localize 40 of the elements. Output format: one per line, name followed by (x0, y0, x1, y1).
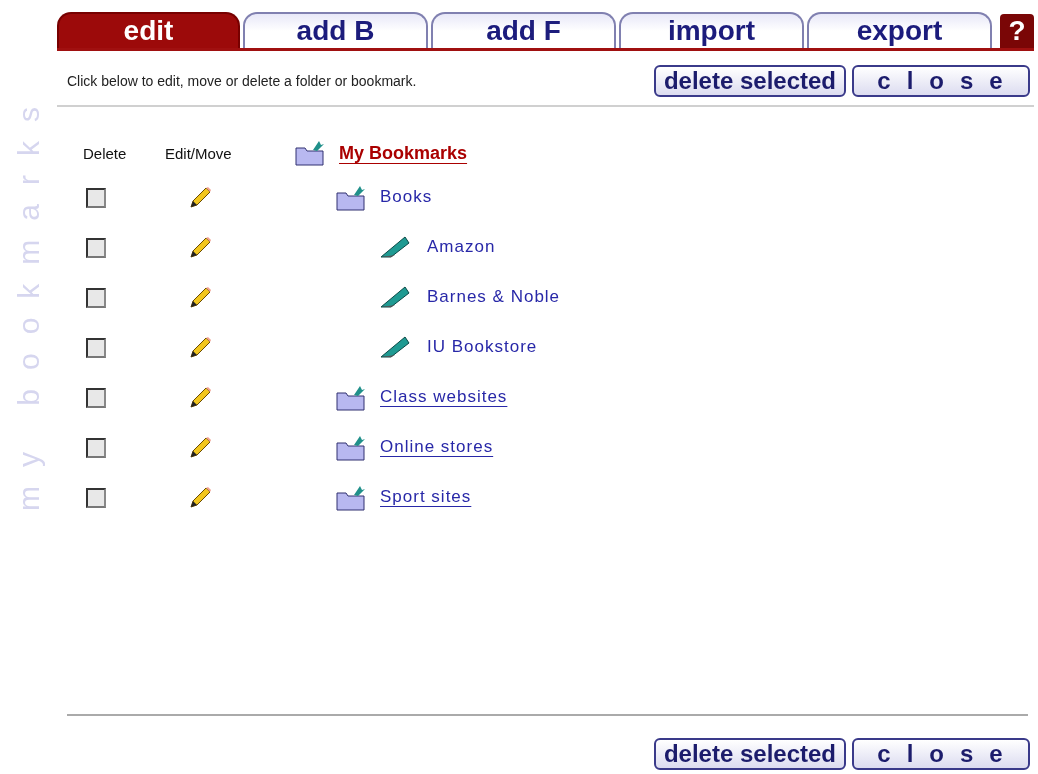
pencil-icon[interactable] (187, 335, 213, 361)
folder-icon (336, 185, 366, 211)
folder-icon (336, 385, 366, 411)
action-button[interactable]: close (852, 738, 1030, 770)
bookmark-link[interactable]: IU Bookstore (427, 337, 538, 359)
action-button[interactable]: close (852, 65, 1030, 97)
bookmark-link[interactable]: Books (380, 187, 433, 209)
action-button[interactable]: delete selected (653, 65, 846, 97)
folder-icon (336, 485, 366, 511)
delete-checkbox[interactable] (86, 438, 106, 458)
pencil-icon[interactable] (187, 285, 213, 311)
delete-checkbox[interactable] (86, 188, 106, 208)
pencil-icon[interactable] (187, 485, 213, 511)
tab[interactable]: add F (431, 12, 616, 48)
pencil-icon[interactable] (187, 185, 213, 211)
delete-checkbox[interactable] (86, 338, 106, 358)
bookmark-link[interactable]: Amazon (427, 237, 496, 259)
instruction-text: Click below to edit, move or delete a folder or bookmark. (67, 73, 417, 89)
bookmark-link[interactable]: Online stores (380, 437, 494, 459)
pencil-icon[interactable] (187, 385, 213, 411)
pencil-icon[interactable] (187, 435, 213, 461)
folder-icon (295, 140, 325, 166)
bookmark-link[interactable]: Sport sites (380, 487, 472, 509)
column-header: Edit/Move (165, 144, 233, 162)
delete-checkbox[interactable] (86, 288, 106, 308)
bookmark-link[interactable]: Barnes & Noble (427, 287, 561, 309)
delete-checkbox[interactable] (86, 488, 106, 508)
column-header: Delete (82, 144, 128, 162)
bookmark-link[interactable]: Class websites (380, 387, 508, 409)
tab[interactable]: edit (57, 12, 240, 48)
root-folder-link[interactable]: My Bookmarks (339, 142, 468, 164)
delete-checkbox[interactable] (86, 238, 106, 258)
delete-checkbox[interactable] (86, 388, 106, 408)
tab[interactable]: add B (243, 12, 428, 48)
action-button[interactable]: delete selected (653, 738, 846, 770)
tab[interactable]: import (619, 12, 804, 48)
folder-icon (336, 435, 366, 461)
pencil-icon[interactable] (187, 235, 213, 261)
help-button[interactable]: ? (1000, 14, 1034, 48)
tab[interactable]: export (807, 12, 992, 48)
